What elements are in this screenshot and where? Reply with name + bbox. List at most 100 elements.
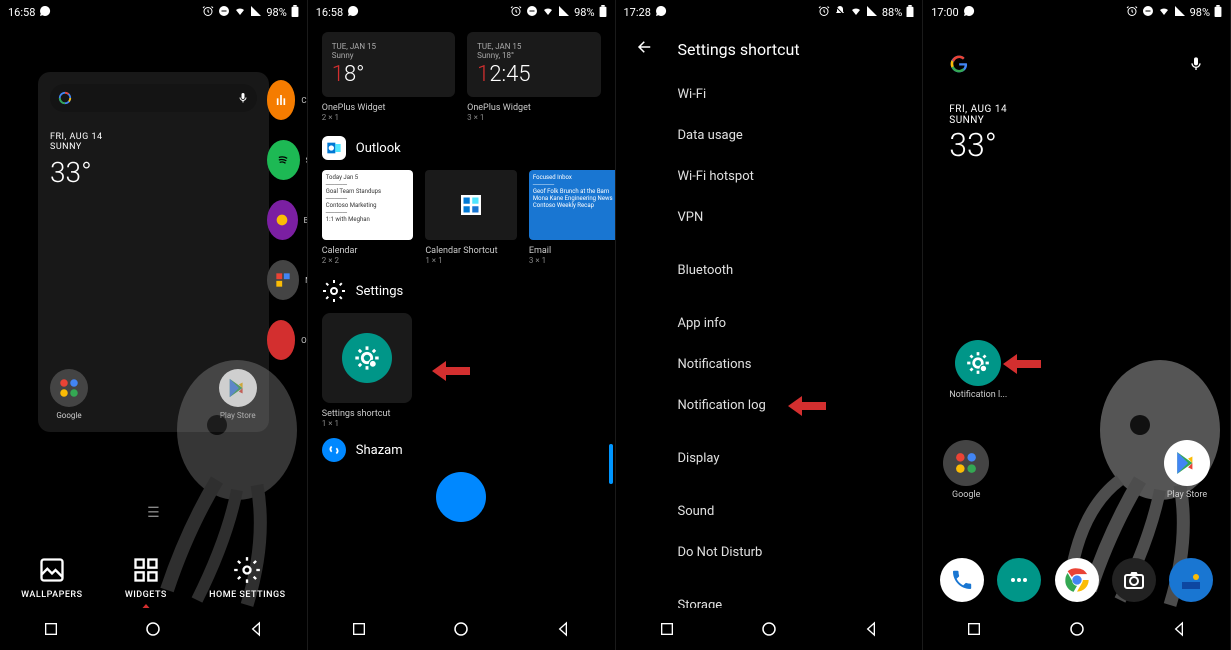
status-time: 16:58 — [316, 6, 343, 19]
signal-icon — [866, 5, 878, 20]
nav-home[interactable] — [759, 619, 779, 639]
scrollbar[interactable] — [609, 444, 613, 484]
whatsapp-icon — [39, 5, 51, 20]
gallery-app[interactable] — [1169, 558, 1213, 602]
home-settings-button[interactable]: HOME SETTINGS — [209, 556, 285, 600]
notification-log-shortcut[interactable]: Notification l... — [949, 340, 1007, 400]
battery-text: 88% — [882, 6, 902, 19]
nav-recents[interactable] — [41, 619, 61, 639]
setting-bluetooth[interactable]: Bluetooth — [678, 250, 923, 291]
battery-icon — [291, 5, 299, 20]
adjacent-homescreen-preview[interactable]: Castbo Spotif Bringo Mixed OnePlu — [267, 80, 308, 360]
play-store-app[interactable]: Play Store — [219, 369, 257, 420]
annotation-arrow-icon — [432, 361, 470, 381]
setting-notification-log[interactable]: Notification log — [678, 385, 766, 426]
wifi-icon — [1158, 5, 1170, 20]
back-button[interactable] — [636, 38, 654, 60]
mic-icon[interactable] — [1188, 56, 1204, 72]
outlook-shortcut-widget[interactable]: Calendar Shortcut 1 × 1 — [425, 170, 517, 265]
nav-home[interactable] — [1067, 619, 1087, 639]
settings-shortcut-widget[interactable]: Settings shortcut 1 × 1 — [322, 313, 412, 428]
widget-list[interactable]: TUE, JAN 15 Sunny 18° OnePlus Widget 2 ×… — [308, 24, 615, 608]
setting-wifi[interactable]: Wi-Fi — [678, 74, 923, 115]
setting-sound[interactable]: Sound — [678, 491, 923, 532]
nav-back[interactable] — [553, 619, 573, 639]
setting-data-usage[interactable]: Data usage — [678, 115, 923, 156]
castbox-icon[interactable] — [267, 80, 296, 120]
dnd-icon — [1142, 5, 1154, 20]
google-folder[interactable]: Google — [943, 440, 989, 500]
outlook-icon — [322, 136, 346, 160]
wallpapers-button[interactable]: WALLPAPERS — [21, 556, 82, 600]
google-folder[interactable]: Google — [50, 369, 88, 420]
wallpaper-icon — [38, 556, 66, 584]
nav-back[interactable] — [1169, 619, 1189, 639]
oneplus-widget-2[interactable]: TUE, JAN 15 Sunny, 18° 12:45 OnePlus Wid… — [467, 32, 600, 122]
setting-app-info[interactable]: App info — [678, 303, 923, 344]
whatsapp-icon — [347, 5, 359, 20]
bell-off-icon — [834, 5, 846, 20]
shazam-widget-preview[interactable] — [436, 472, 486, 522]
dnd-icon — [526, 5, 538, 20]
spotify-icon[interactable] — [267, 140, 300, 180]
weather-date: FRI, AUG 14 — [50, 132, 103, 142]
status-time: 17:00 — [931, 6, 958, 19]
weather-temp: 33° — [50, 156, 257, 189]
oneplus-icon[interactable] — [267, 320, 295, 360]
outlook-calendar-widget[interactable]: Today Jan 5─────Goal Team Standups─────C… — [322, 170, 414, 265]
page-title: Settings shortcut — [678, 40, 800, 59]
nav-home[interactable] — [451, 619, 471, 639]
battery-icon — [599, 5, 607, 20]
wifi-icon — [542, 5, 554, 20]
camera-app[interactable] — [1112, 558, 1156, 602]
dnd-icon — [218, 5, 230, 20]
setting-dnd[interactable]: Do Not Disturb — [678, 532, 923, 573]
google-folder-label: Google — [56, 411, 81, 420]
weather-cond: SUNNY — [50, 142, 82, 152]
status-bar: 17:28 88% — [616, 0, 923, 24]
homescreen-preview-card[interactable]: FRI, AUG 14 SUNNY 33° Google Play Store — [38, 72, 269, 432]
messages-app[interactable] — [997, 558, 1041, 602]
annotation-arrow-icon — [788, 396, 826, 416]
play-store-app[interactable]: Play Store — [1164, 440, 1210, 500]
weather-widget[interactable]: FRI, AUG 14 SUNNY 33° — [923, 74, 1230, 164]
google-logo-icon — [58, 91, 72, 105]
nav-back[interactable] — [246, 619, 266, 639]
nav-recents[interactable] — [349, 619, 369, 639]
mixed-icon[interactable] — [267, 260, 299, 300]
screen-settings-shortcut-list: 17:28 88% Settings shortcut Wi-Fi Data u… — [616, 0, 924, 650]
setting-notifications[interactable]: Notifications — [678, 344, 923, 385]
alarm-icon — [1126, 5, 1138, 20]
setting-wifi-hotspot[interactable]: Wi-Fi hotspot — [678, 156, 923, 197]
bringo-icon[interactable] — [267, 200, 298, 240]
outlook-email-widget[interactable]: Focused Inbox─────Geof Folk Brunch at th… — [529, 170, 615, 265]
mic-icon[interactable] — [237, 92, 249, 104]
nav-recents[interactable] — [964, 619, 984, 639]
settings-shortcut-options[interactable]: Wi-Fi Data usage Wi-Fi hotspot VPN Bluet… — [616, 74, 923, 650]
drag-handle[interactable]: ☰ — [147, 505, 160, 521]
widgets-button[interactable]: WIDGETS — [125, 556, 167, 600]
wifi-icon — [234, 5, 246, 20]
whatsapp-icon — [655, 5, 667, 20]
google-search-bar[interactable] — [50, 84, 257, 112]
google-logo-icon[interactable] — [949, 54, 969, 74]
weather-widget[interactable]: FRI, AUG 14 SUNNY 33° — [50, 132, 257, 189]
chrome-app[interactable] — [1055, 558, 1099, 602]
nav-recents[interactable] — [657, 619, 677, 639]
nav-home[interactable] — [143, 619, 163, 639]
settings-icon — [322, 279, 346, 303]
nav-back[interactable] — [861, 619, 881, 639]
oneplus-widget-1[interactable]: TUE, JAN 15 Sunny 18° OnePlus Widget 2 ×… — [322, 32, 455, 122]
wifi-icon — [850, 5, 862, 20]
alarm-icon — [510, 5, 522, 20]
setting-vpn[interactable]: VPN — [678, 197, 923, 238]
status-time: 17:28 — [624, 6, 651, 19]
status-bar: 16:58 98% — [0, 0, 307, 24]
phone-app[interactable] — [940, 558, 984, 602]
status-time: 16:58 — [8, 6, 35, 19]
alarm-icon — [818, 5, 830, 20]
setting-display[interactable]: Display — [678, 438, 923, 479]
battery-icon — [1214, 5, 1222, 20]
gear-icon — [233, 556, 261, 584]
battery-text: 98% — [574, 6, 594, 19]
